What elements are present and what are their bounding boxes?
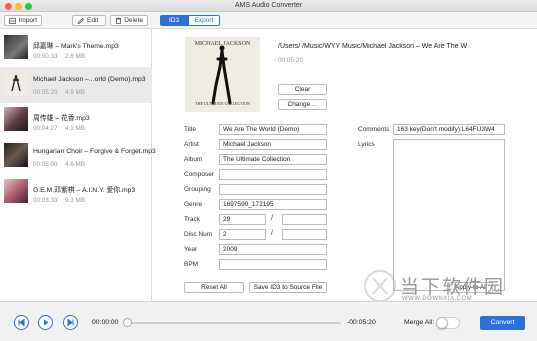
change-cover-button[interactable]: Change ... xyxy=(278,99,327,110)
disc-label: Disc Num xyxy=(184,231,213,238)
save-id3-button[interactable]: Save ID3 to Source File xyxy=(249,282,327,293)
tab-export[interactable]: Export xyxy=(188,15,220,26)
delete-button[interactable]: Delete xyxy=(110,15,148,26)
skip-forward-icon xyxy=(67,318,74,327)
edit-button[interactable]: Edit xyxy=(72,15,106,26)
tab-id3[interactable]: ID3 xyxy=(160,15,188,26)
composer-field[interactable] xyxy=(219,169,327,180)
progress-track[interactable] xyxy=(127,322,341,324)
file-duration: 00:05:20 xyxy=(33,89,58,96)
play-icon xyxy=(44,319,49,326)
cover-album: THE ULTIMATE COLLECTION xyxy=(195,101,250,106)
progress-thumb[interactable] xyxy=(123,318,132,327)
merge-label: Merge All: xyxy=(404,319,435,326)
file-name: G.E.M.邓紫棋 – A.I.N.Y. 爱你.mp3 xyxy=(33,187,136,194)
disc-slash: / xyxy=(271,230,273,237)
watermark-text: 当下软件园 xyxy=(400,276,506,298)
artist-label: Artist xyxy=(184,141,199,148)
play-button[interactable] xyxy=(38,315,53,330)
file-duration: 00:00:33 xyxy=(33,53,58,60)
file-size: 9.3 MB xyxy=(65,197,85,204)
album-thumbnail xyxy=(4,107,28,131)
import-button[interactable]: Import xyxy=(4,15,42,26)
file-name: 邱嘉琳 – Mark's Theme.mp3 xyxy=(33,43,119,50)
grouping-label: Grouping xyxy=(184,186,211,193)
merge-toggle-knob[interactable] xyxy=(436,317,448,329)
previous-button[interactable] xyxy=(14,315,29,330)
track-total-field[interactable] xyxy=(282,214,327,225)
album-thumbnail xyxy=(4,143,28,167)
import-label: Import xyxy=(18,17,37,24)
toolbar: Import Edit Delete ID3 Export xyxy=(0,12,537,29)
album-label: Album xyxy=(184,156,203,163)
clear-cover-button[interactable]: Clear xyxy=(278,84,327,95)
skip-back-icon xyxy=(18,318,25,327)
next-button[interactable] xyxy=(63,315,78,330)
file-size: 2.6 MB xyxy=(65,53,85,60)
title-field[interactable]: We Are The World (Demo) xyxy=(219,124,327,135)
window-title: AMS Audio Converter xyxy=(234,2,303,9)
year-label: Year xyxy=(184,246,198,253)
edit-label: Edit xyxy=(87,17,99,24)
file-item[interactable]: Hungarian Choir – Forgive & Forget.mp3 0… xyxy=(0,139,156,175)
file-name: Hungarian Choir – Forgive & Forget.mp3 xyxy=(33,148,156,155)
file-path: /Users/ /Music/WYY Music/Michael Jackson… xyxy=(278,43,468,50)
trash-icon xyxy=(115,17,122,24)
grouping-field[interactable] xyxy=(219,184,327,195)
bpm-field[interactable] xyxy=(219,259,327,270)
file-duration: 00:04:27 xyxy=(33,125,58,132)
artist-field[interactable]: Michael Jackson xyxy=(219,139,327,150)
file-item[interactable]: 邱嘉琳 – Mark's Theme.mp3 00:00:33 2.6 MB xyxy=(0,31,152,67)
file-item[interactable]: G.E.M.邓紫棋 – A.I.N.Y. 爱你.mp3 00:03:33 9.3… xyxy=(0,175,152,211)
year-field[interactable]: 2009 xyxy=(219,244,327,255)
disc-field[interactable]: 2 xyxy=(219,229,266,240)
title-label: Title xyxy=(184,126,197,133)
file-size: 4.9 MB xyxy=(65,89,85,96)
composer-label: Composer xyxy=(184,171,214,178)
lyrics-label: Lyrics xyxy=(358,141,375,148)
disc-total-field[interactable] xyxy=(282,229,327,240)
album-thumbnail xyxy=(4,71,28,95)
album-cover: MICHAEL JACKSON THE ULTIMATE COLLECTION xyxy=(185,37,260,112)
file-item-selected[interactable]: Michael Jackson –...orld (Demo).mp3 00:0… xyxy=(0,67,152,103)
import-icon xyxy=(9,17,16,24)
convert-button[interactable]: Convert xyxy=(480,316,525,330)
file-name: 周传雄 – 花香.mp3 xyxy=(33,115,90,122)
file-duration-detail: 00:05:20 xyxy=(278,57,303,64)
track-field[interactable]: 29 xyxy=(219,214,266,225)
track-slash: / xyxy=(271,215,273,222)
album-thumbnail xyxy=(4,35,28,59)
comments-field[interactable]: 163 key(Don't modify):L64FU3W4 xyxy=(393,124,505,135)
bpm-label: BPM xyxy=(184,261,199,268)
genre-label: Genre xyxy=(184,201,203,208)
reset-all-button[interactable]: Reset All xyxy=(184,282,244,293)
file-duration: 00:05:00 xyxy=(33,161,58,168)
delete-label: Delete xyxy=(124,17,143,24)
file-duration: 00:03:33 xyxy=(33,197,58,204)
file-size: 4.1 MB xyxy=(65,125,85,132)
comments-label: Comments xyxy=(358,126,390,133)
pencil-icon xyxy=(77,17,84,24)
remaining-time: -00:05:20 xyxy=(347,319,376,326)
genre-field[interactable]: 1697590_172195 xyxy=(219,199,327,210)
current-time: 00:00:00 xyxy=(92,319,119,326)
title-bar: AMS Audio Converter xyxy=(0,0,537,12)
file-item[interactable]: 周传雄 – 花香.mp3 00:04:27 4.1 MB xyxy=(0,103,152,139)
file-size: 4.6 MB xyxy=(65,161,85,168)
file-name: Michael Jackson –...orld (Demo).mp3 xyxy=(33,76,146,83)
file-list: 邱嘉琳 – Mark's Theme.mp3 00:00:33 2.6 MB M… xyxy=(0,29,156,301)
track-label: Track xyxy=(184,216,201,223)
album-thumbnail xyxy=(4,179,28,203)
album-field[interactable]: The Ultimate Collection xyxy=(219,154,327,165)
